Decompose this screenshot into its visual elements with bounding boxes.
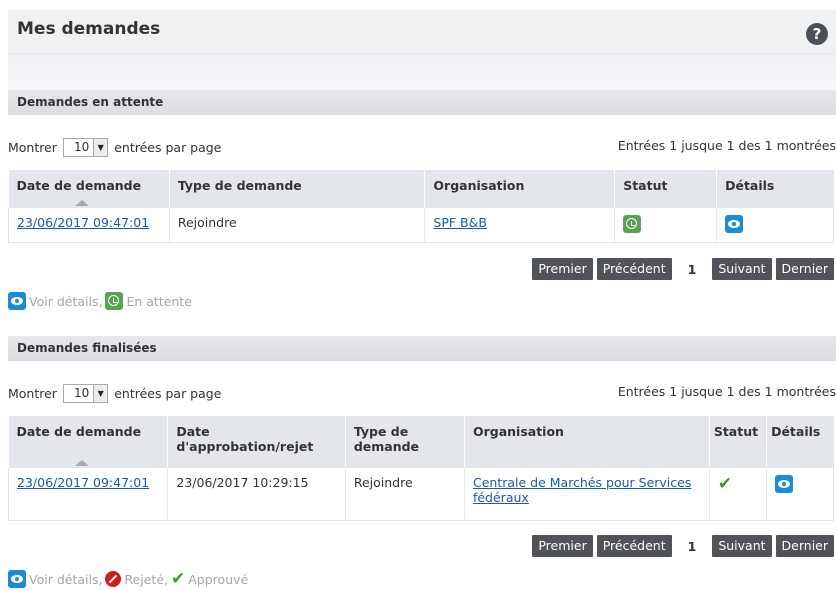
column-header-date[interactable]: Date de demande: [8, 170, 170, 208]
page-length-control-pending: Montrer 10 ▼ entrées par page: [8, 137, 221, 157]
organisation-link[interactable]: Centrale de Marchés pour Services fédéra…: [473, 475, 691, 505]
page-length-select[interactable]: 10 ▼: [62, 137, 109, 157]
next-page-button[interactable]: Suivant: [712, 535, 772, 557]
eye-icon: [8, 570, 26, 588]
eye-icon[interactable]: [725, 215, 744, 233]
chevron-down-icon: ▼: [93, 138, 108, 156]
sort-asc-icon: [74, 460, 89, 466]
page-header: Mes demandes ?: [8, 10, 836, 54]
section-title-pending: Demandes en attente: [8, 90, 836, 115]
pagination-pending: Premier Précédent 1 Suivant Dernier: [532, 258, 834, 280]
column-header-date[interactable]: Date de demande: [8, 416, 169, 468]
current-page[interactable]: 1: [676, 539, 709, 554]
column-header-organisation[interactable]: Organisation: [424, 170, 616, 208]
organisation-link[interactable]: SPF B&B: [433, 215, 487, 230]
page-length-control-finalized: Montrer 10 ▼ entrées par page: [8, 383, 221, 403]
table-header-row: Date de demande Type de demande Organisa…: [8, 170, 834, 208]
table-row: 23/06/2017 09:47:01 23/06/2017 10:29:15 …: [7, 468, 834, 521]
request-type: Rejoindre: [169, 208, 426, 243]
pagination-finalized: Premier Précédent 1 Suivant Dernier: [532, 535, 834, 557]
show-suffix-label: entrées par page: [114, 385, 222, 401]
page-length-select[interactable]: 10 ▼: [62, 383, 109, 403]
decision-date: 23/06/2017 10:29:15: [167, 468, 346, 521]
legend-finalized: Voir détails, Rejeté, ✔ Approuvé: [8, 570, 248, 588]
last-page-button[interactable]: Dernier: [775, 535, 834, 557]
previous-page-button[interactable]: Précédent: [596, 258, 672, 280]
column-header-organisation[interactable]: Organisation: [464, 416, 710, 468]
show-label: Montrer: [8, 139, 57, 155]
legend-details-label: Voir détails,: [29, 571, 103, 587]
column-header-details[interactable]: Détails: [716, 170, 834, 208]
legend-pending-label: En attente: [126, 293, 192, 309]
request-date-link[interactable]: 23/06/2017 09:47:01: [17, 475, 149, 490]
table-header-row: Date de demande Date d'approbation/rejet…: [8, 416, 834, 468]
legend-details-label: Voir détails,: [29, 293, 103, 309]
first-page-button[interactable]: Premier: [532, 535, 593, 557]
request-type: Rejoindre: [345, 468, 465, 521]
header-band: [8, 54, 836, 92]
show-suffix-label: entrées par page: [114, 139, 222, 155]
column-header-decision-date[interactable]: Date d'approbation/rejet: [167, 416, 346, 468]
eye-icon: [8, 292, 26, 310]
previous-page-button[interactable]: Précédent: [596, 535, 672, 557]
last-page-button[interactable]: Dernier: [775, 258, 834, 280]
check-icon: ✔: [170, 569, 186, 589]
legend-approved-label: Approuvé: [188, 571, 249, 587]
chevron-down-icon: ▼: [93, 384, 108, 402]
clock-icon: [623, 215, 642, 233]
current-page[interactable]: 1: [676, 262, 709, 277]
clock-icon: [105, 292, 124, 310]
check-icon: ✔: [717, 473, 733, 494]
page-length-value: 10: [73, 140, 90, 154]
column-header-type[interactable]: Type de demande: [169, 170, 426, 208]
entries-info: Entrées 1 jusque 1 des 1 montrées: [617, 138, 836, 153]
first-page-button[interactable]: Premier: [532, 258, 593, 280]
next-page-button[interactable]: Suivant: [712, 258, 772, 280]
legend-pending: Voir détails, En attente: [8, 292, 192, 310]
entries-info: Entrées 1 jusque 1 des 1 montrées: [617, 384, 836, 399]
finalized-requests-table: Date de demande Date d'approbation/rejet…: [7, 416, 834, 521]
column-header-status[interactable]: Statut: [709, 416, 768, 468]
table-row: 23/06/2017 09:47:01 Rejoindre SPF B&B: [8, 208, 834, 243]
show-label: Montrer: [8, 385, 57, 401]
pending-requests-table: Date de demande Type de demande Organisa…: [8, 170, 834, 243]
legend-rejected-label: Rejeté,: [124, 571, 168, 587]
help-icon[interactable]: ?: [806, 23, 828, 45]
section-title-finalized: Demandes finalisées: [8, 336, 836, 361]
eye-icon[interactable]: [775, 475, 794, 493]
column-header-type[interactable]: Type de demande: [345, 416, 465, 468]
page-length-value: 10: [73, 386, 90, 400]
rejected-icon: [105, 571, 122, 587]
column-header-details[interactable]: Détails: [766, 416, 834, 468]
sort-asc-icon: [74, 200, 89, 206]
column-header-status[interactable]: Statut: [614, 170, 718, 208]
request-date-link[interactable]: 23/06/2017 09:47:01: [17, 215, 149, 230]
page-title: Mes demandes: [17, 19, 161, 39]
